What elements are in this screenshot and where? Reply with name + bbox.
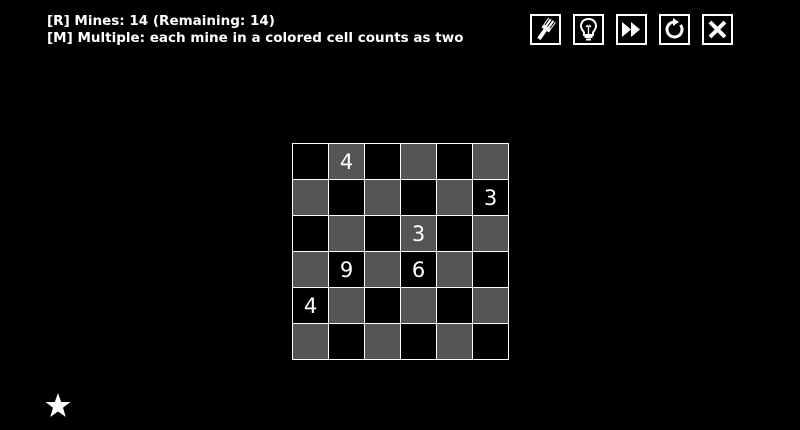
board-cell[interactable] [365,288,401,324]
board-cell[interactable] [329,324,365,360]
board-cell[interactable] [473,324,509,360]
board-cell[interactable] [437,324,473,360]
board-cell[interactable] [401,144,437,180]
board-cell[interactable] [329,180,365,216]
rule-mines-count: [R] Mines: 14 (Remaining: 14) [47,13,275,29]
board-cell[interactable] [473,144,509,180]
board-cell[interactable] [437,216,473,252]
board-cell[interactable] [293,180,329,216]
close-icon [708,20,727,39]
board-cell[interactable] [293,144,329,180]
board-cell[interactable] [365,252,401,288]
board-cell[interactable] [365,216,401,252]
game-board: 433964 [292,143,509,360]
board-cell[interactable] [365,180,401,216]
game-screen: [R] Mines: 14 (Remaining: 14) [M] Multip… [0,0,800,430]
board-cell[interactable] [401,324,437,360]
board-cell[interactable] [401,288,437,324]
board-cell[interactable] [473,288,509,324]
rules-panel: [R] Mines: 14 (Remaining: 14) [M] Multip… [47,13,463,47]
board-cell[interactable] [437,180,473,216]
board-cell[interactable]: 3 [401,216,437,252]
board-cell[interactable] [365,324,401,360]
board-cell[interactable] [293,252,329,288]
board-cell[interactable] [365,144,401,180]
star-icon [45,393,71,417]
toolbar [530,14,733,45]
board-cell[interactable] [473,216,509,252]
board-cell[interactable] [437,144,473,180]
board-cell[interactable] [473,252,509,288]
board-cell[interactable]: 3 [473,180,509,216]
board-cell[interactable] [437,252,473,288]
board-cell[interactable] [329,288,365,324]
skip-button[interactable] [616,14,647,45]
star-button[interactable] [44,392,72,423]
restart-icon [665,18,684,39]
board-cell[interactable] [293,324,329,360]
board-cell[interactable] [293,216,329,252]
restart-button[interactable] [659,14,690,45]
board-cell[interactable]: 9 [329,252,365,288]
brush-button[interactable] [530,14,561,45]
hint-button[interactable] [573,14,604,45]
board-cell[interactable]: 6 [401,252,437,288]
board-cell[interactable] [437,288,473,324]
board-cell[interactable] [401,180,437,216]
board-cell[interactable]: 4 [329,144,365,180]
board-cell[interactable] [329,216,365,252]
lightbulb-icon [579,17,598,41]
rule-multiple: [M] Multiple: each mine in a colored cel… [47,30,464,46]
fast-forward-icon [622,22,640,37]
close-button[interactable] [702,14,733,45]
brush-icon [537,17,556,41]
board-cell[interactable]: 4 [293,288,329,324]
